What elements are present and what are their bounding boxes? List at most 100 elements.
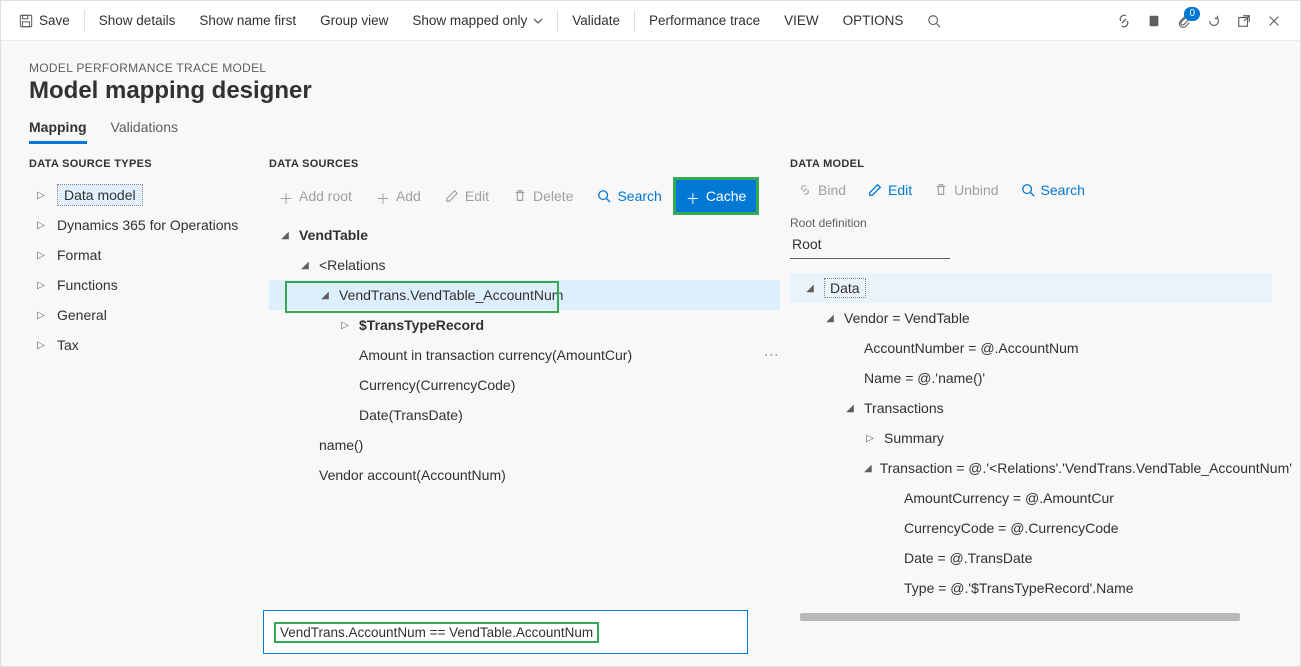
splitter-handle[interactable]: ⋮ xyxy=(764,348,780,364)
src-vendor-account[interactable]: Vendor account(AccountNum) xyxy=(269,460,780,490)
type-functions[interactable]: ▷Functions xyxy=(29,270,255,300)
dm-transactions[interactable]: ◢Transactions xyxy=(790,393,1272,423)
toolbar: Save Show details Show name first Group … xyxy=(1,1,1300,41)
caret-down-icon: ◢ xyxy=(299,260,311,271)
dm-summary[interactable]: ▷Summary xyxy=(790,423,1272,453)
link-icon[interactable] xyxy=(1116,13,1132,29)
cache-button[interactable]: ＋ Cache xyxy=(676,180,756,212)
group-view-button[interactable]: Group view xyxy=(308,1,400,41)
caret-down-icon: ◢ xyxy=(804,283,816,294)
sources-tree: ◢VendTable ◢<Relations ◢VendTrans.VendTa… xyxy=(269,220,780,490)
src-transtype[interactable]: ▷$TransTypeRecord xyxy=(269,310,780,340)
chevron-down-icon xyxy=(533,16,543,26)
data-model-panel: DATA MODEL Bind Edit Unbind Search xyxy=(780,158,1272,666)
show-name-first-button[interactable]: Show name first xyxy=(187,1,308,41)
dm-amountcurrency[interactable]: AmountCurrency = @.AmountCur xyxy=(790,483,1272,513)
dm-accountnumber[interactable]: AccountNumber = @.AccountNum xyxy=(790,333,1272,363)
src-vendtrans-accountnum[interactable]: ◢VendTrans.VendTable_AccountNum xyxy=(269,280,780,310)
caret-down-icon: ◢ xyxy=(824,313,836,324)
divider xyxy=(557,10,558,32)
search-button[interactable]: Search xyxy=(587,180,671,212)
show-mapped-only-dropdown[interactable]: Show mapped only xyxy=(400,1,555,41)
caret-right-icon: ▷ xyxy=(35,220,47,231)
root-definition-value[interactable]: Root xyxy=(790,234,950,259)
formula-input[interactable]: VendTrans.AccountNum == VendTable.Accoun… xyxy=(263,610,748,654)
sources-actions: ＋Add root ＋Add Edit Delete Search ＋ Cach… xyxy=(269,180,780,212)
close-icon[interactable] xyxy=(1266,13,1282,29)
type-tax[interactable]: ▷Tax xyxy=(29,330,255,360)
add-button: ＋Add xyxy=(366,180,431,212)
type-data-model[interactable]: ▷Data model xyxy=(29,180,255,210)
office-icon[interactable] xyxy=(1146,13,1162,29)
divider xyxy=(84,10,85,32)
breadcrumb: MODEL PERFORMANCE TRACE MODEL xyxy=(29,61,1272,75)
caret-down-icon: ◢ xyxy=(844,403,856,414)
dm-vendor[interactable]: ◢Vendor = VendTable xyxy=(790,303,1272,333)
search-global[interactable] xyxy=(915,1,953,41)
data-source-types-panel: DATA SOURCE TYPES ▷Data model ▷Dynamics … xyxy=(29,158,263,666)
caret-right-icon: ▷ xyxy=(864,433,876,444)
dm-type[interactable]: Type = @.'$TransTypeRecord'.Name xyxy=(790,573,1272,603)
popout-icon[interactable] xyxy=(1236,13,1252,29)
divider xyxy=(634,10,635,32)
save-button[interactable]: Save xyxy=(7,1,82,41)
view-button[interactable]: VIEW xyxy=(772,1,831,41)
formula-text: VendTrans.AccountNum == VendTable.Accoun… xyxy=(274,622,599,643)
show-details-button[interactable]: Show details xyxy=(87,1,188,41)
caret-right-icon: ▷ xyxy=(35,190,47,201)
dm-transaction[interactable]: ◢Transaction = @.'<Relations'.'VendTrans… xyxy=(790,453,1272,483)
trash-icon xyxy=(513,189,527,203)
bind-button: Bind xyxy=(790,178,854,202)
pencil-icon xyxy=(445,189,459,203)
tab-mapping[interactable]: Mapping xyxy=(29,119,87,144)
model-actions: Bind Edit Unbind Search xyxy=(790,178,1272,202)
search-icon xyxy=(927,14,941,28)
plus-icon: ＋ xyxy=(279,189,293,203)
badge-count: 0 xyxy=(1184,7,1200,21)
add-root-button: ＋Add root xyxy=(269,180,362,212)
content: MODEL PERFORMANCE TRACE MODEL Model mapp… xyxy=(1,41,1300,666)
src-vendtable[interactable]: ◢VendTable xyxy=(269,220,780,250)
trash-icon xyxy=(934,183,948,197)
caret-down-icon: ◢ xyxy=(864,463,872,474)
save-label: Save xyxy=(39,13,70,28)
attachments-icon[interactable]: 0 xyxy=(1176,13,1192,29)
pencil-icon xyxy=(868,183,882,197)
validate-button[interactable]: Validate xyxy=(560,1,632,41)
unbind-button: Unbind xyxy=(926,178,1006,202)
caret-right-icon: ▷ xyxy=(35,310,47,321)
dm-name[interactable]: Name = @.'name()' xyxy=(790,363,1272,393)
caret-down-icon: ◢ xyxy=(319,290,331,301)
dm-data[interactable]: ◢Data xyxy=(790,273,1272,303)
horizontal-scrollbar[interactable] xyxy=(800,613,1240,621)
refresh-icon[interactable] xyxy=(1206,13,1222,29)
edit-model-button[interactable]: Edit xyxy=(860,178,920,202)
search-model-button[interactable]: Search xyxy=(1013,178,1093,202)
formula-area: VendTrans.AccountNum == VendTable.Accoun… xyxy=(263,610,748,654)
delete-button: Delete xyxy=(503,180,583,212)
src-amount[interactable]: Amount in transaction currency(AmountCur… xyxy=(269,340,780,370)
src-date[interactable]: Date(TransDate) xyxy=(269,400,780,430)
src-name[interactable]: name() xyxy=(269,430,780,460)
plus-icon: ＋ xyxy=(376,189,390,203)
caret-down-icon: ◢ xyxy=(279,230,291,241)
dm-date[interactable]: Date = @.TransDate xyxy=(790,543,1272,573)
edit-button: Edit xyxy=(435,180,499,212)
type-general[interactable]: ▷General xyxy=(29,300,255,330)
src-currency[interactable]: Currency(CurrencyCode) xyxy=(269,370,780,400)
search-icon xyxy=(1021,183,1035,197)
options-button[interactable]: OPTIONS xyxy=(831,1,916,41)
src-relations[interactable]: ◢<Relations xyxy=(269,250,780,280)
type-format[interactable]: ▷Format xyxy=(29,240,255,270)
toolbar-right: 0 xyxy=(1116,13,1294,29)
caret-right-icon: ▷ xyxy=(339,320,351,331)
type-d365fo[interactable]: ▷Dynamics 365 for Operations xyxy=(29,210,255,240)
root-definition-label: Root definition xyxy=(790,216,1272,230)
caret-right-icon: ▷ xyxy=(35,280,47,291)
tab-validations[interactable]: Validations xyxy=(111,119,178,144)
dm-currencycode[interactable]: CurrencyCode = @.CurrencyCode xyxy=(790,513,1272,543)
tabs: Mapping Validations xyxy=(29,119,1272,144)
caret-right-icon: ▷ xyxy=(35,250,47,261)
model-header: DATA MODEL xyxy=(790,158,1272,170)
performance-trace-button[interactable]: Performance trace xyxy=(637,1,772,41)
